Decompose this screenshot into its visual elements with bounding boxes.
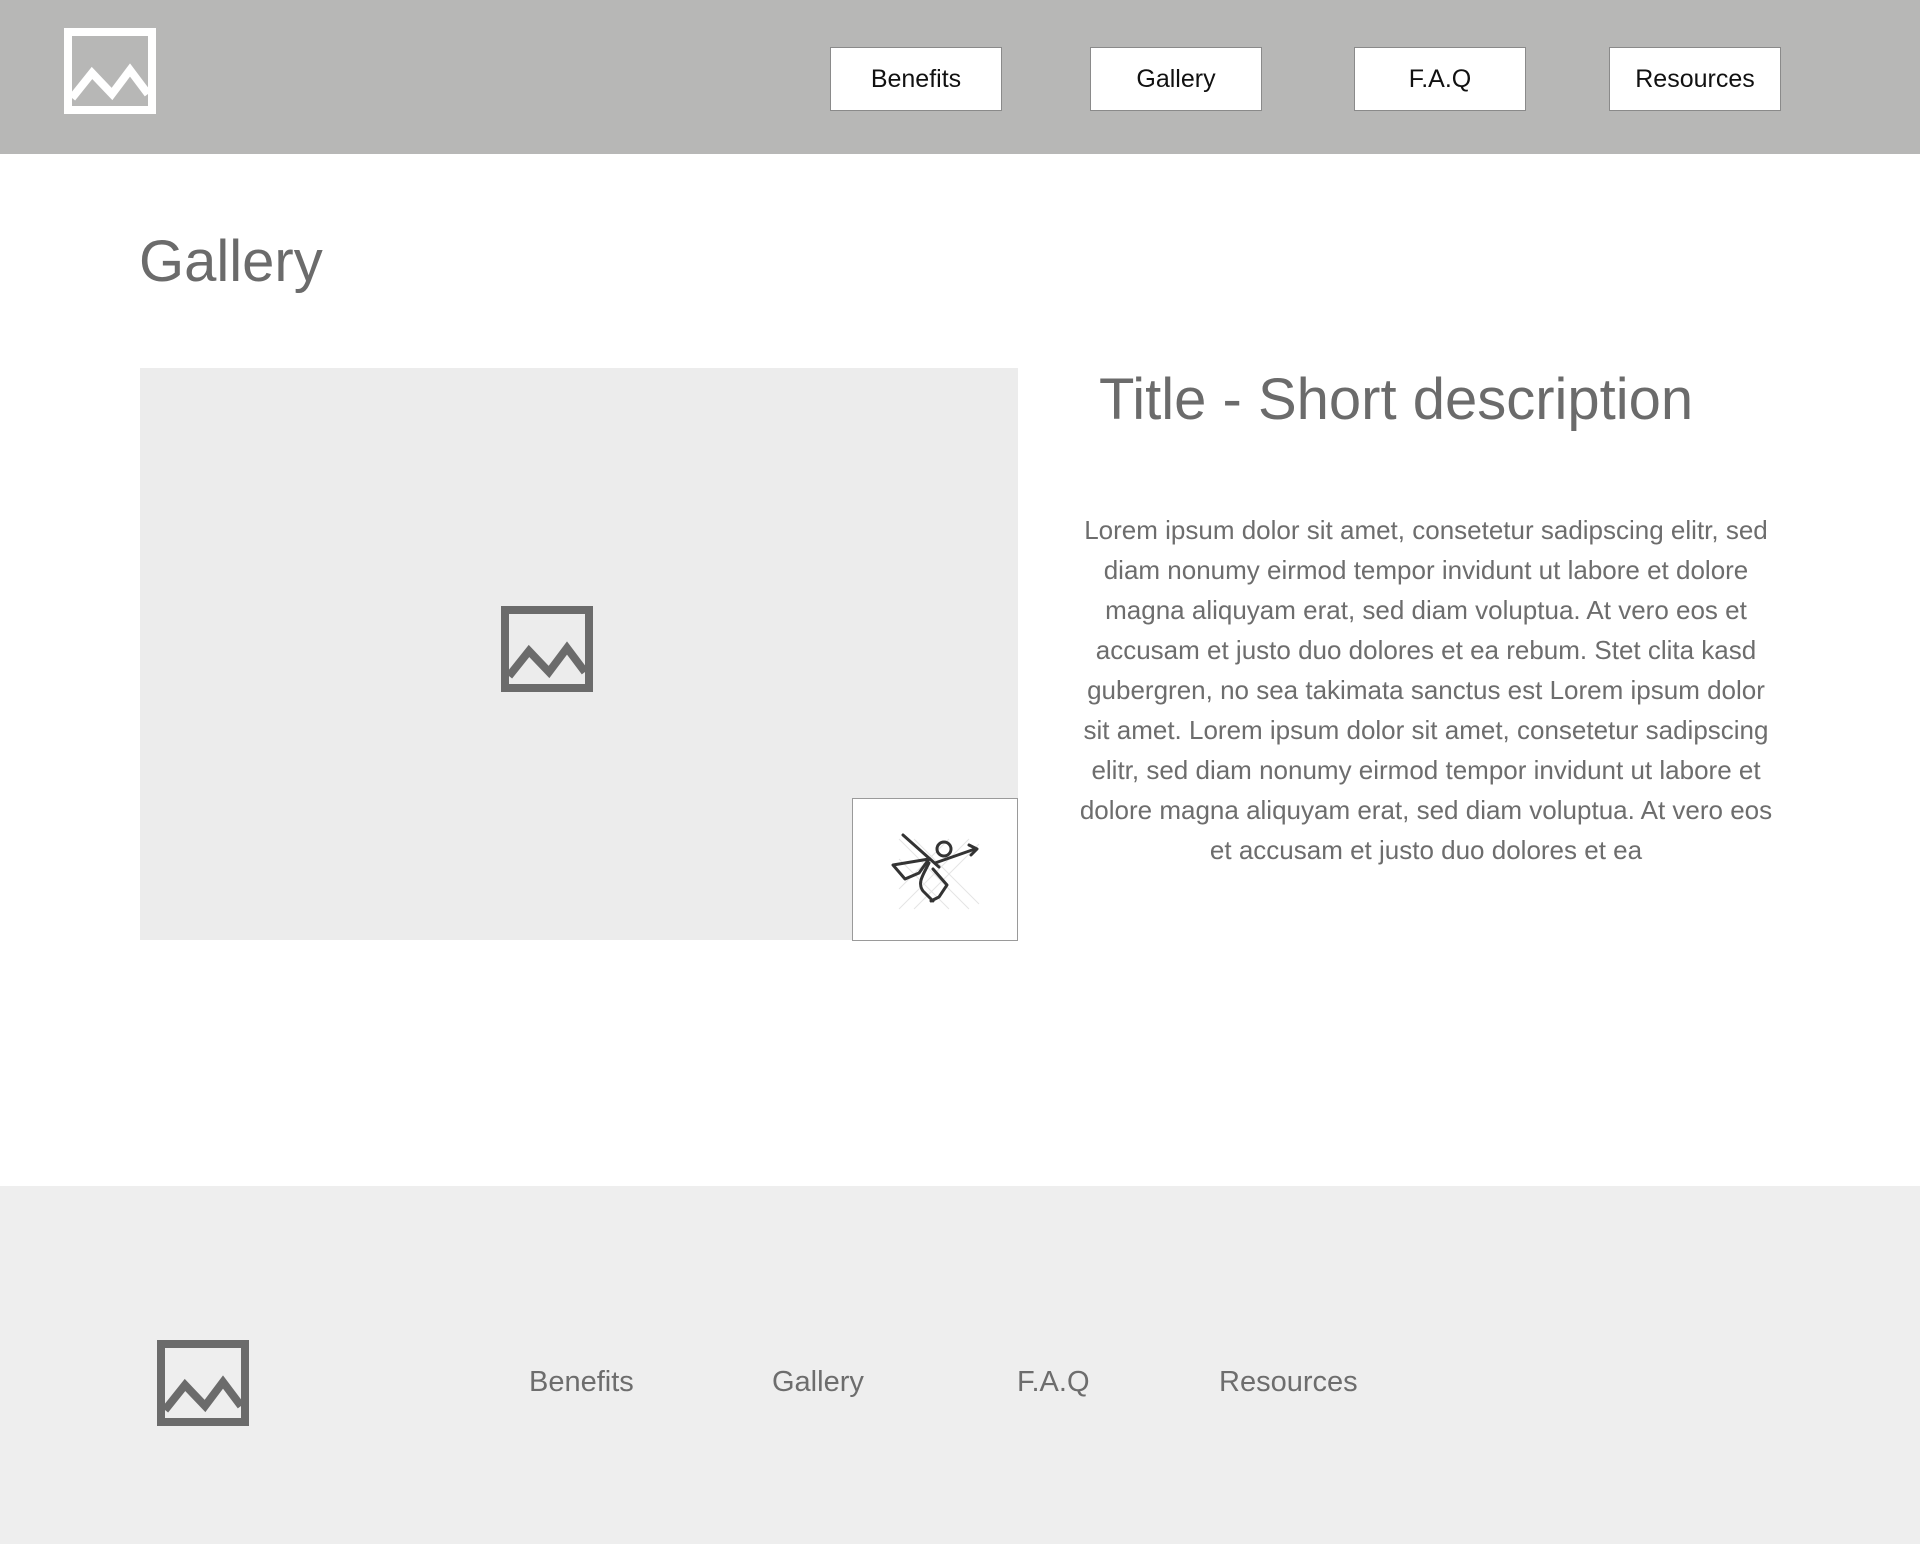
nav-button-label: F.A.Q <box>1408 64 1472 93</box>
gallery-thumbnail[interactable] <box>852 798 1018 941</box>
footer-link-gallery[interactable]: Gallery <box>772 1366 864 1399</box>
nav-button-label: Resources <box>1635 64 1755 93</box>
nav-button-label: Benefits <box>870 64 962 93</box>
page: Benefits Gallery F.A.Q Resources Gallery <box>0 0 1920 1544</box>
nav-button-gallery[interactable]: Gallery <box>1090 47 1262 111</box>
page-title: Gallery <box>139 229 323 294</box>
footer-link-faq[interactable]: F.A.Q <box>1017 1366 1090 1399</box>
flying-superhero-icon <box>889 829 985 913</box>
nav-button-label: Gallery <box>1136 64 1216 93</box>
image-placeholder-icon <box>501 606 593 692</box>
footer-link-benefits[interactable]: Benefits <box>529 1366 634 1399</box>
gallery-item-description: Lorem ipsum dolor sit amet, consetetur s… <box>1079 515 1773 865</box>
site-header: Benefits Gallery F.A.Q Resources <box>0 0 1920 154</box>
footer-link-resources[interactable]: Resources <box>1219 1366 1358 1399</box>
gallery-item-title: Title - Short description <box>1099 367 1694 432</box>
footer-logo-image-icon[interactable] <box>157 1340 249 1426</box>
nav-button-resources[interactable]: Resources <box>1609 47 1781 111</box>
logo-image-icon[interactable] <box>64 28 156 114</box>
gallery-main-image <box>140 368 1018 941</box>
site-footer: Benefits Gallery F.A.Q Resources <box>0 1186 1920 1544</box>
nav-button-faq[interactable]: F.A.Q <box>1354 47 1526 111</box>
nav-button-benefits[interactable]: Benefits <box>830 47 1002 111</box>
